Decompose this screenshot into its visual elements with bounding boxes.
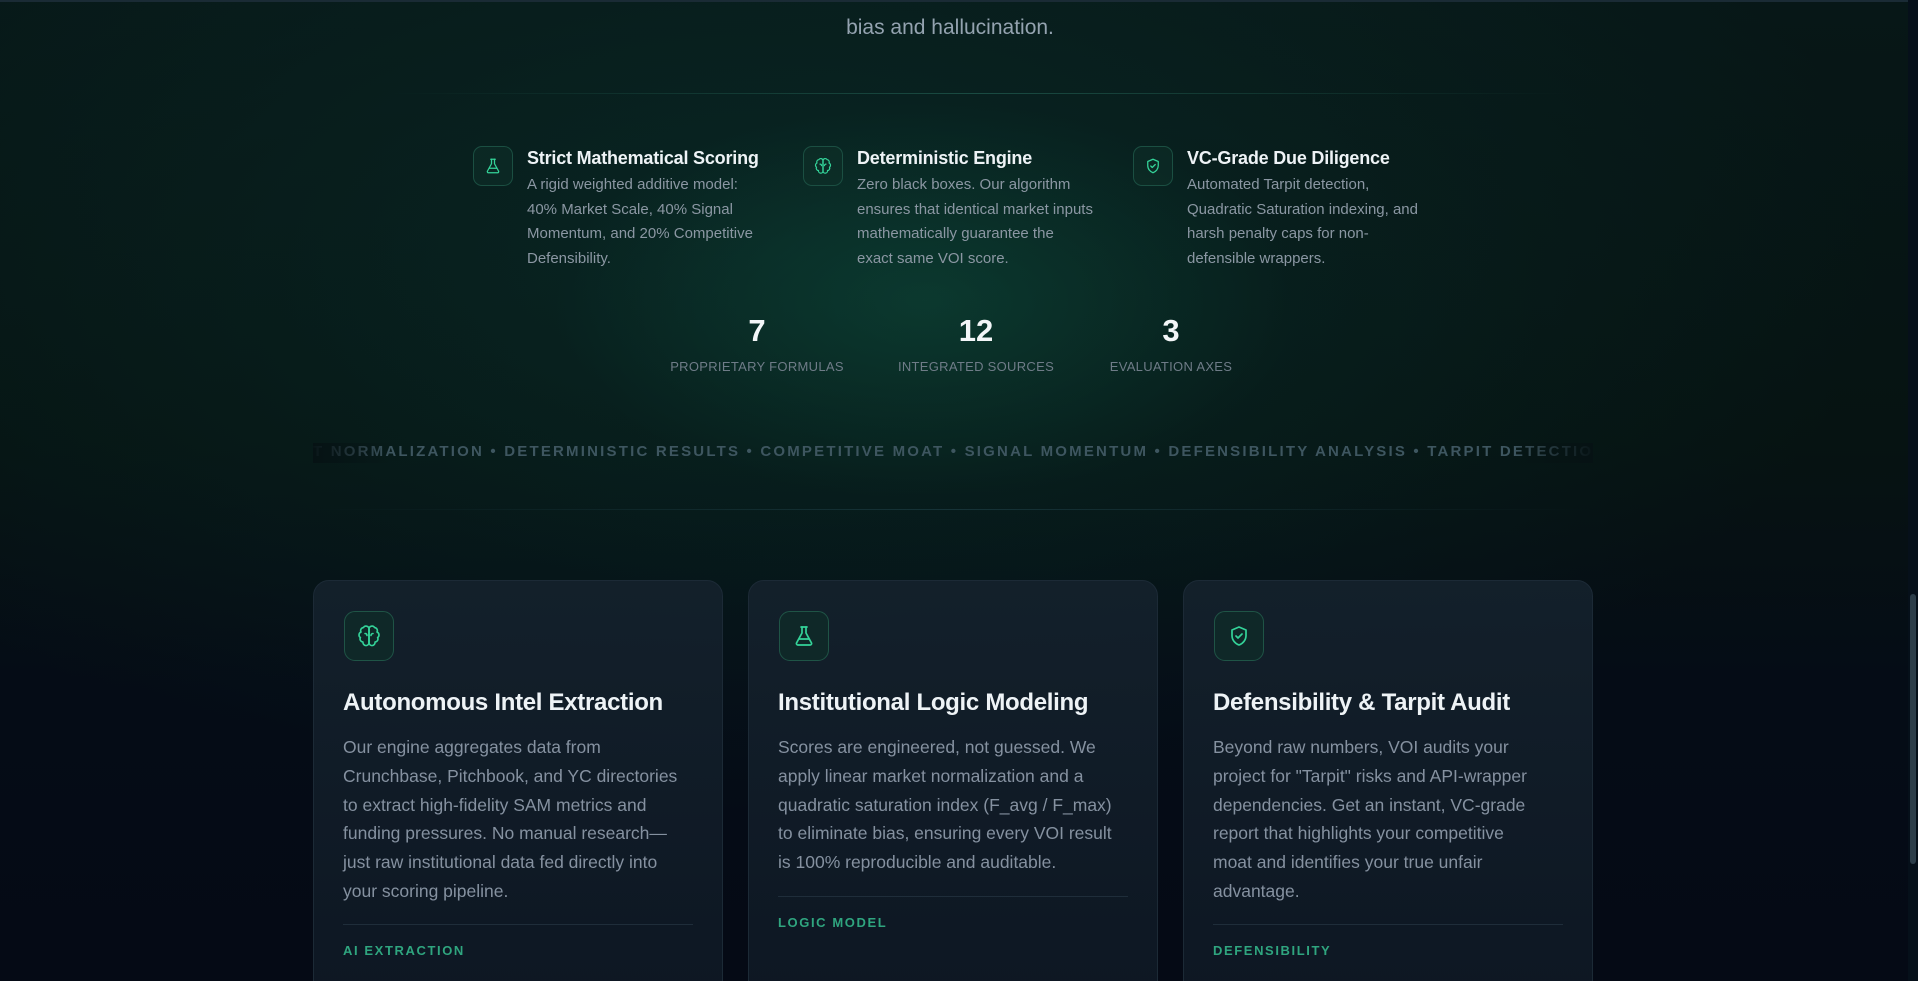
stat-evaluation-axes: 3 EVALUATION AXES bbox=[1071, 312, 1271, 375]
feature-description: Automated Tarpit detection, Quadratic Sa… bbox=[1187, 176, 1418, 267]
stat-proprietary-formulas: 7 PROPRIETARY FORMULAS bbox=[657, 312, 857, 375]
card-title: Defensibility & Tarpit Audit bbox=[1213, 689, 1510, 716]
page-scrollbar[interactable] bbox=[1908, 0, 1918, 981]
feature-description: A rigid weighted additive model: 40% Mar… bbox=[527, 176, 753, 267]
feature-mathematical-scoring: Strict Mathematical Scoring A rigid weig… bbox=[473, 146, 759, 271]
brain-icon bbox=[344, 611, 394, 661]
section-divider bbox=[390, 93, 1570, 94]
page: bias and hallucination. Strict Mathemati… bbox=[0, 0, 1918, 981]
top-border bbox=[0, 0, 1918, 2]
card-separator bbox=[778, 896, 1128, 897]
scrollbar-thumb[interactable] bbox=[1910, 594, 1916, 864]
stat-label: INTEGRATED SOURCES bbox=[897, 359, 1055, 374]
flask-icon bbox=[779, 611, 829, 661]
keyword-marquee: T NORMALIZATION • DETERMINISTIC RESULTS … bbox=[313, 443, 1593, 463]
stat-integrated-sources: 12 INTEGRATED SOURCES bbox=[876, 312, 1076, 375]
stat-value: 3 bbox=[1162, 313, 1180, 348]
card-tag: DEFENSIBILITY bbox=[1213, 943, 1332, 958]
marquee-fade bbox=[313, 443, 393, 463]
marquee-text: T NORMALIZATION • DETERMINISTIC RESULTS … bbox=[313, 443, 1593, 460]
stat-value: 7 bbox=[748, 313, 766, 348]
card-description: Beyond raw numbers, VOI audits your proj… bbox=[1213, 737, 1527, 901]
brain-icon bbox=[803, 146, 843, 186]
shield-check-icon bbox=[1214, 611, 1264, 661]
feature-deterministic-engine: Deterministic Engine Zero black boxes. O… bbox=[803, 146, 1093, 271]
feature-description: Zero black boxes. Our algorithm ensures … bbox=[857, 176, 1093, 267]
feature-title: Strict Mathematical Scoring bbox=[527, 148, 759, 168]
card-separator bbox=[343, 924, 693, 925]
card-tag: LOGIC MODEL bbox=[778, 915, 888, 930]
card-description: Scores are engineered, not guessed. We a… bbox=[778, 737, 1112, 873]
stat-label: EVALUATION AXES bbox=[1109, 359, 1233, 374]
shield-check-icon bbox=[1133, 146, 1173, 186]
marquee-fade bbox=[1513, 443, 1593, 463]
card-description: Our engine aggregates data from Crunchba… bbox=[343, 737, 678, 901]
card-tag: AI EXTRACTION bbox=[343, 943, 465, 958]
stat-label: PROPRIETARY FORMULAS bbox=[670, 359, 844, 374]
stat-value: 12 bbox=[958, 313, 994, 348]
card-separator bbox=[1213, 924, 1563, 925]
feature-title: VC-Grade Due Diligence bbox=[1187, 148, 1390, 168]
feature-title: Deterministic Engine bbox=[857, 148, 1033, 168]
flask-icon bbox=[473, 146, 513, 186]
hero-lead-text: bias and hallucination. bbox=[846, 16, 1054, 39]
section-divider bbox=[313, 509, 1593, 510]
card-title: Autonomous Intel Extraction bbox=[343, 689, 663, 716]
card-title: Institutional Logic Modeling bbox=[778, 689, 1089, 716]
feature-vc-grade-diligence: VC-Grade Due Diligence Automated Tarpit … bbox=[1133, 146, 1418, 271]
